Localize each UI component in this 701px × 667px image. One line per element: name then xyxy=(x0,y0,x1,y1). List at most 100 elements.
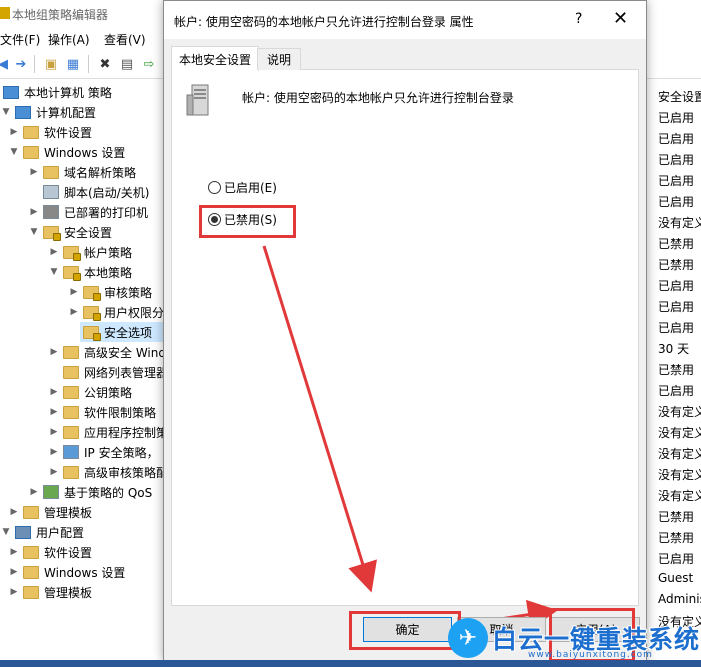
tree-item-user-software-settings[interactable]: ▶ 软件设置 xyxy=(0,542,92,562)
setting-value[interactable]: Adminis xyxy=(658,592,701,606)
chevron-right-icon[interactable]: ▶ xyxy=(48,467,60,477)
setting-value[interactable]: 已启用 xyxy=(658,130,694,147)
chevron-down-icon[interactable]: ▼ xyxy=(48,267,60,277)
show-tree-icon[interactable]: ▦ xyxy=(64,55,82,73)
folder-icon xyxy=(23,145,39,159)
tree-item-account-policy[interactable]: ▶ 帐户策略 xyxy=(0,242,132,262)
tree-item-security-options[interactable]: 安全选项 xyxy=(80,322,163,342)
tree-item-user-admin-templates[interactable]: ▶ 管理模板 xyxy=(0,582,92,602)
tree-item-label: 帐户策略 xyxy=(84,245,133,260)
setting-value[interactable]: 没有定义 xyxy=(658,403,701,420)
chevron-right-icon[interactable]: ▶ xyxy=(48,347,60,357)
chevron-right-icon[interactable]: ▶ xyxy=(8,547,20,557)
folder-icon xyxy=(23,585,39,599)
folder-icon xyxy=(43,165,59,179)
tree-item-local-policies[interactable]: ▼ 本地策略 xyxy=(0,262,132,282)
tree-item-local-policy[interactable]: 本地计算机 策略 xyxy=(0,82,112,102)
chevron-right-icon[interactable]: ▶ xyxy=(8,507,20,517)
tree-item-user-config[interactable]: ▼ 用户配置 xyxy=(0,522,84,542)
setting-value[interactable]: 已启用 xyxy=(658,193,694,210)
menu-view[interactable]: 查看(V) xyxy=(104,31,146,48)
forward-arrow-icon[interactable]: ➔ xyxy=(12,55,30,73)
setting-value[interactable]: 已启用 xyxy=(658,298,694,315)
up-folder-icon[interactable]: ▣ xyxy=(42,55,60,73)
tree-item-windows-settings[interactable]: ▼ Windows 设置 xyxy=(0,142,125,162)
chevron-right-icon[interactable]: ▶ xyxy=(48,247,60,257)
setting-value[interactable]: 已启用 xyxy=(658,382,694,399)
chevron-right-icon[interactable]: ▶ xyxy=(28,207,40,217)
setting-value[interactable]: 已启用 xyxy=(658,151,694,168)
chevron-right-icon[interactable]: ▶ xyxy=(8,567,20,577)
chevron-right-icon[interactable]: ▶ xyxy=(48,427,60,437)
security-settings-column: 安全设置 已启用 已启用 已启用 已启用 已启用 没有定义 已禁用 已禁用 已启… xyxy=(645,80,701,667)
tree-item-app-control[interactable]: ▶ 应用程序控制策 xyxy=(0,422,163,442)
tree-item-label: 本地计算机 策略 xyxy=(24,85,112,100)
setting-value[interactable]: 已禁用 xyxy=(658,235,694,252)
chevron-down-icon[interactable]: ▼ xyxy=(8,147,20,157)
tree-item-public-key[interactable]: ▶ 公钥策略 xyxy=(0,382,132,402)
chevron-right-icon[interactable]: ▶ xyxy=(28,487,40,497)
tree-item-qos[interactable]: ▶ 基于策略的 QoS xyxy=(0,482,152,502)
tree-item-label: Windows 设置 xyxy=(44,145,126,160)
setting-value[interactable]: 没有定义 xyxy=(658,466,701,483)
tree-item-label: 用户权限分 xyxy=(104,305,163,320)
tree-item-computer-config[interactable]: ▼ 计算机配置 xyxy=(0,102,96,122)
export-icon[interactable]: ⇨ xyxy=(140,55,158,73)
chevron-right-icon[interactable]: ▶ xyxy=(68,287,80,297)
setting-value[interactable]: 已禁用 xyxy=(658,256,694,273)
chevron-right-icon[interactable]: ▶ xyxy=(48,387,60,397)
tree-item-dns-policy[interactable]: ▶ 域名解析策略 xyxy=(0,162,136,182)
chevron-down-icon[interactable]: ▼ xyxy=(28,227,40,237)
tree-item-advanced-firewall[interactable]: ▶ 高级安全 Wind xyxy=(0,342,163,362)
chevron-right-icon[interactable]: ▶ xyxy=(68,307,80,317)
delete-icon[interactable]: ✖ xyxy=(96,55,114,73)
setting-value[interactable]: 已禁用 xyxy=(658,361,694,378)
chevron-right-icon[interactable]: ▶ xyxy=(8,587,20,597)
menu-action[interactable]: 操作(A) xyxy=(48,31,90,48)
setting-value[interactable]: 已启用 xyxy=(658,109,694,126)
setting-value[interactable]: 已禁用 xyxy=(658,508,694,525)
tree-item-software-restriction[interactable]: ▶ 软件限制策略 xyxy=(0,402,156,422)
main-window-title: 本地组策略编辑器 xyxy=(12,8,109,22)
tree-item-user-windows-settings[interactable]: ▶ Windows 设置 xyxy=(0,562,125,582)
tree-item-label: Windows 设置 xyxy=(44,565,126,580)
tree-item-label: 脚本(启动/关机) xyxy=(64,185,150,200)
tree-item-network-list[interactable]: 网络列表管理器 xyxy=(0,362,163,382)
chevron-down-icon[interactable]: ▼ xyxy=(0,107,12,117)
setting-value[interactable]: 没有定义 xyxy=(658,487,701,504)
setting-value[interactable]: 没有定义 xyxy=(658,214,701,231)
menu-file[interactable]: 文件(F) xyxy=(0,31,40,48)
column-header[interactable]: 安全设置 xyxy=(658,88,701,105)
chevron-right-icon[interactable]: ▶ xyxy=(8,127,20,137)
tree-item-software-settings[interactable]: ▶ 软件设置 xyxy=(0,122,92,142)
properties-dialog: 帐户: 使用空密码的本地帐户只允许进行控制台登录 属性 ? ✕ 本地安全设置 说… xyxy=(163,0,647,662)
tree-item-printers[interactable]: ▶ 已部署的打印机 xyxy=(0,202,148,222)
setting-value[interactable]: 已启用 xyxy=(658,319,694,336)
setting-value[interactable]: 已禁用 xyxy=(658,529,694,546)
tree-item-ip-security[interactable]: ▶ IP 安全策略， xyxy=(0,442,159,462)
tree-item-user-rights[interactable]: ▶ 用户权限分 xyxy=(0,302,163,322)
tree-item-scripts[interactable]: 脚本(启动/关机) xyxy=(0,182,149,202)
tree-item-label: 软件设置 xyxy=(44,125,93,140)
arrow-to-ok xyxy=(262,245,377,593)
setting-value-selected[interactable]: 已启用 xyxy=(658,550,694,567)
setting-value[interactable]: 30 天 xyxy=(658,340,689,357)
tree-item-audit-policy[interactable]: ▶ 审核策略 xyxy=(0,282,152,302)
toolbar-separator xyxy=(88,55,89,73)
setting-value[interactable]: Guest xyxy=(658,571,693,585)
chevron-down-icon[interactable]: ▼ xyxy=(0,527,12,537)
properties-icon[interactable]: ▤ xyxy=(118,55,136,73)
tree-item-security-settings[interactable]: ▼ 安全设置 xyxy=(0,222,112,242)
setting-value[interactable]: 已启用 xyxy=(658,172,694,189)
tree-item-label: 审核策略 xyxy=(104,285,153,300)
setting-value[interactable]: 没有定义 xyxy=(658,445,701,462)
tree-item-label: 管理模板 xyxy=(44,505,93,520)
tree-item-advanced-audit[interactable]: ▶ 高级审核策略配 xyxy=(0,462,163,482)
back-arrow-icon[interactable]: ◀ xyxy=(0,55,12,73)
chevron-right-icon[interactable]: ▶ xyxy=(28,167,40,177)
setting-value[interactable]: 已启用 xyxy=(658,277,694,294)
chevron-right-icon[interactable]: ▶ xyxy=(48,447,60,457)
tree-item-admin-templates[interactable]: ▶ 管理模板 xyxy=(0,502,92,522)
setting-value[interactable]: 没有定义 xyxy=(658,424,701,441)
chevron-right-icon[interactable]: ▶ xyxy=(48,407,60,417)
